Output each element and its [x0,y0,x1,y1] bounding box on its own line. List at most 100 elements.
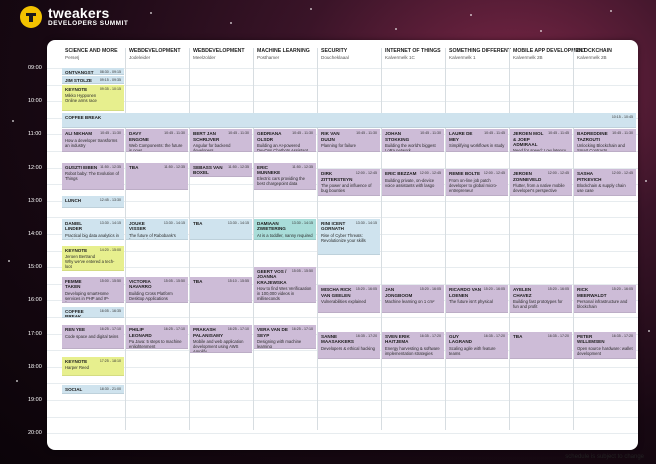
schedule-event[interactable]: KEYNOTE 09:35 - 10:15 Mikko Hypponen Onlin… [62,84,124,112]
schedule-event[interactable]: PRAKASH PALANISAMY 16:25 - 17:10 Mobile an… [190,325,252,353]
event-speaker: PRAKASH PALANISAMY [193,327,224,338]
event-title: Need for speed: Low latency video with O… [513,148,567,152]
event-time: 15:10 - 15:55 [227,279,249,284]
event-speaker: COFFEE BREAK [65,309,84,318]
schedule-event[interactable]: TBA 16:35 - 17:20 [510,331,572,360]
event-title: How to find Wes Verificaation in 100,000… [257,286,312,302]
event-speaker: ERIC MUNNEKE [257,164,281,175]
schedule-event[interactable]: RICARDO VAN LOENEN 15:20 - 16:05 The futur… [446,285,508,313]
event-title: Open source hardware: wallet development [577,345,633,356]
schedule-event[interactable]: PHILIP LEONARD 16:25 - 17:10 Pa Java: 5 st… [126,325,188,350]
schedule-event[interactable]: COFFEE BREAK 10:15 - 10:45 [62,112,636,129]
event-title: Web Components: the future is now! [129,142,183,152]
time-label: 20:00 [28,430,42,437]
brand-subtitle: DEVELOPERS SUMMIT [48,20,129,28]
schedule-event[interactable]: GEERT VOS / JOANNA KRAJEWSKA 15:05 - 15:5… [254,267,316,303]
event-speaker: RICK MEERWALDT [577,287,607,298]
track-title: MACHINE LEARNING [257,48,310,54]
event-speaker: GEERT VOS / JOANNA KRAJEWSKA [257,269,287,285]
schedule-event[interactable]: JOUKE VISSER 13:30 - 14:15 The future of R… [126,219,188,240]
event-time: 12:00 - 12:45 [547,171,569,176]
schedule-event[interactable]: TBA 13:30 - 14:15 [190,219,252,240]
schedule-event[interactable]: RINI ICENT GORNATH 13:30 - 14:15 Rise of C… [318,219,380,255]
tweakers-logo-icon [20,6,42,28]
schedule-event[interactable]: RICK MEERWALDT 15:20 - 16:05 Personal infr… [574,285,636,313]
schedule-event[interactable]: AYELEN CHAVEZ 15:20 - 16:05 Building fast … [510,285,572,313]
schedule-event[interactable]: KEYNOTE 14:20 - 15:00 Jeroen Bertrand Why … [62,245,124,272]
schedule-event[interactable]: GEDRIANA OLSDR 10:45 - 11:30 Building an A… [254,129,316,152]
event-time: 15:20 - 16:05 [547,287,569,292]
event-speaker: DAMIAAN ZWIETERING [257,221,286,232]
schedule-event[interactable]: SASHA PITKEVICH 12:00 - 12:45 Blockchain &… [574,169,636,197]
schedule-event[interactable]: Jim Stolze 09:15 - 09:35 [62,76,124,84]
schedule-event[interactable]: ERIC MUNNEKE 11:50 - 12:35 Electric cars p… [254,162,316,190]
schedule-event[interactable]: KEYNOTE 17:25 - 18:10 Harper Reed [62,356,124,376]
schedule-event[interactable]: DAMIAAN ZWIETERING 13:30 - 14:15 AI is a t… [254,219,316,240]
event-time: 09:15 - 09:35 [99,78,121,83]
schedule-event[interactable]: LAURE DE MEY 10:45 - 11:45 Simplifying wor… [446,129,508,152]
schedule-event[interactable]: RIK VAN DUIJN 10:45 - 11:30 Planning for f… [318,129,380,152]
event-title: Mobile and web application development u… [193,338,244,353]
schedule-event[interactable]: JEROEN ZONNEVELD 12:00 - 12:45 Flutter, fr… [510,169,572,197]
event-speaker: TBA [513,333,523,339]
schedule-event[interactable]: VERA VAN DE SEYP 16:25 - 17:10 Designing w… [254,325,316,350]
event-time: 13:30 - 14:15 [99,221,121,226]
column-header: BLOCKCHAIN Kalvermelk 2B [573,48,637,68]
time-label: 19:00 [28,397,42,403]
event-title: Building the world's biggest LoRa networ… [385,142,436,152]
schedule-event[interactable]: FEMME TAKEN 15:00 - 15:50 Developing smart… [62,277,124,303]
event-speaker: REN YEE [65,327,86,333]
event-title: Unlocking Blockchain and Smart Contracts [577,142,625,152]
schedule-event[interactable]: GUSZTI EIBEN 11:50 - 12:35 Robot baby: The… [62,162,124,190]
schedule-event[interactable]: SEBASS VAN BOXEL11:50 - 12:35How GitHub … [190,162,252,177]
schedule-event[interactable]: TBA 11:50 - 12:35 [126,162,188,190]
event-title: Building private, on-device voice assist… [385,177,435,188]
schedule-event[interactable]: VICTORIA NAVARRO 15:05 - 15:50 Building Cr… [126,277,188,303]
schedule-event[interactable]: SVEN ERIK HAITJEMA 16:35 - 17:20 Energy ha… [382,331,444,360]
schedule-event[interactable]: JAN JONGBOOM 15:20 - 16:05 Machine learnin… [382,285,444,313]
schedule-event[interactable]: REMIE BOLTE 12:00 - 12:45 From on-line job… [446,169,508,197]
event-speaker: SANNE MAASAKKERS [321,333,354,345]
schedule-event[interactable]: REN YEE 16:25 - 17:10 Code space and digit… [62,325,124,350]
event-speaker: SEBASS VAN BOXEL [193,164,223,175]
column-divider [509,48,510,430]
track-room: Jodeleider [129,55,151,60]
event-time: 10:45 - 11:30 [292,131,313,136]
schedule-event[interactable]: JOHAN STOKKING 10:45 - 11:30 Building the … [382,129,444,152]
event-speaker: KEYNOTE [65,247,88,253]
schedule-event[interactable]: COFFEE BREAK 16:05 - 16:35 [62,307,124,318]
event-time: 15:20 - 16:05 [355,287,377,292]
time-label: 15:00 [28,264,42,271]
event-time: 11:50 - 12:35 [228,164,249,169]
event-speaker: SASHA PITKEVICH [577,171,602,182]
schedule-event[interactable]: DAVY ENGONE 10:45 - 11:30 Web Components: … [126,129,188,152]
column-header: SECURITY Doucheklaaal [317,48,381,68]
event-time: 10:45 - 11:45 [484,131,505,136]
schedule-event[interactable]: LUNCH 12:45 - 13:30 [62,195,124,209]
schedule-event[interactable]: SOCIAL 18:30 - 21:00 [62,385,124,394]
event-title: Energy harvesting & software implementat… [385,345,440,356]
schedule-event[interactable]: MISCHA RICK VAN GEELEN 15:20 - 16:05 Vulne… [318,285,380,313]
grid-line [47,366,638,368]
time-label: 12:00 [28,164,42,171]
event-speaker: ONTVANGST [65,70,94,75]
column-header: WEBDEVELOPMENT Jodeleider [125,48,189,68]
schedule-event[interactable]: SANNE MAASAKKERS 16:35 - 17:20 Developers … [318,331,380,360]
schedule-event[interactable]: ERIC BEZZAM 12:00 - 12:45 Building private… [382,169,444,197]
event-title: How a developer transforms an industry [65,137,118,148]
schedule-event[interactable]: DIRK ZITTERSTEYN 12:00 - 12:45 The power a… [318,169,380,197]
schedule-event[interactable]: GUY LAGRAND 16:35 - 17:20 Scaling agile wi… [446,331,508,360]
schedule-event[interactable]: BADREDDINE TAZROUTI 10:45 - 11:30 Unlockin… [574,129,636,152]
schedule-event[interactable]: DANIEL LINDER 13:30 - 14:15 Practical big … [62,219,124,240]
event-speaker: SOCIAL [65,387,83,393]
schedule-event[interactable]: PETER WILLEMSEN 16:35 - 17:20 Open source … [574,331,636,360]
time-label: 13:00 [28,197,42,204]
schedule-event[interactable]: JEROEN MOL & JOEP ADMIRAAL 10:45 - 11:45 N… [510,129,572,152]
schedule-event[interactable]: ONTVANGST 08:30 - 09:15 [62,68,124,76]
event-speaker: JOHAN STOKKING [385,131,410,142]
brand-name: tweakers [48,5,110,22]
schedule-event[interactable]: TBA 15:10 - 15:55 [190,277,252,303]
grid-line [47,317,638,318]
schedule-event[interactable]: BERT JAN SCHRIJVER 10:45 - 11:30 Angular f… [190,129,252,152]
schedule-event[interactable]: ALI NIKHAM 10:45 - 11:30 How a developer t… [62,129,124,152]
